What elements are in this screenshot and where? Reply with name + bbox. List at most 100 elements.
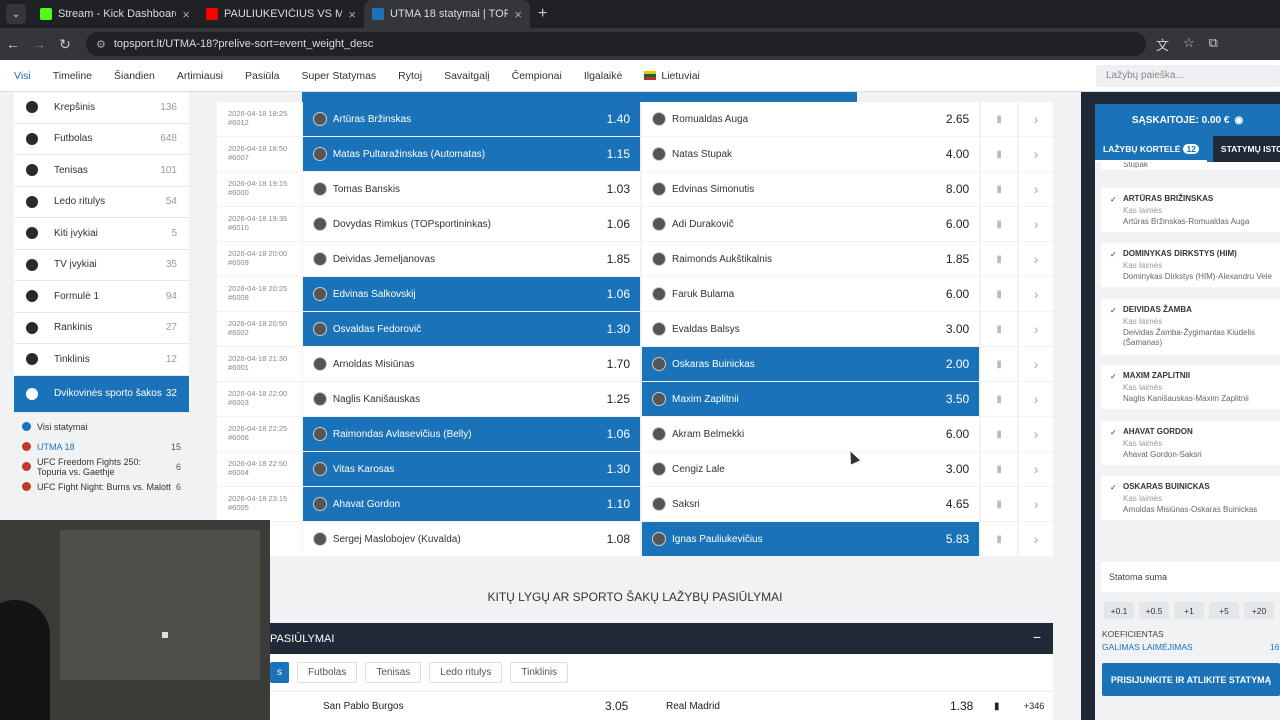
sport-filter-tab[interactable]: Ledo ritulys (429, 661, 503, 683)
betslip-selection[interactable]: ✓ DEIVIDAS ŽAMBA Kas laimės Deividas Žamba-… (1101, 299, 1280, 355)
tab-search-dropdown[interactable]: ⌄ (6, 4, 26, 24)
tab-bet-slip[interactable]: LAŽYBŲ KORTELĖ 12 (1095, 136, 1207, 162)
login-and-bet-button[interactable]: PRISIJUNKITE IR ATLIKITE STATYMĄ (1102, 663, 1280, 696)
fighter-1-odd-button[interactable]: Deividas Jemeljanovas 1.85 (302, 242, 640, 276)
sidebar-sport-item[interactable]: Kiti įvykiai 5 (14, 218, 189, 250)
chevron-right-icon[interactable]: › (1019, 137, 1053, 171)
more-markets-count[interactable]: +346 (1024, 701, 1044, 711)
chevron-right-icon[interactable]: › (1019, 207, 1053, 241)
url-field[interactable]: ⚙ topsport.lt/UTMA-18?prelive-sort=event… (86, 32, 1146, 56)
sub-category-item[interactable]: Visi statymai (22, 417, 181, 437)
nav-item[interactable]: Čempionai (501, 70, 573, 82)
chevron-right-icon[interactable]: › (1019, 487, 1053, 521)
fighter-1-odd-button[interactable]: Vitas Karosas 1.30 (302, 452, 640, 486)
fighter-2-odd-button[interactable]: Romualdas Auga 2.65 (642, 102, 980, 136)
odd-away[interactable]: 1.38 (950, 699, 973, 713)
stats-icon[interactable]: ▮ (981, 347, 1018, 381)
tab-close-icon[interactable]: × (182, 7, 190, 22)
betslip-selection[interactable]: ✓ AHAVAT GORDON Kas laimės Ahavat Gordon-Sa… (1101, 421, 1280, 465)
fighter-1-odd-button[interactable]: Dovydas Rimkus (TOPsportininkas) 1.06 (302, 207, 640, 241)
fighter-1-odd-button[interactable]: Edvinas Šalkovskij 1.06 (302, 277, 640, 311)
sidebar-sport-item[interactable]: Dvikovinės sporto šakos 32 (14, 375, 189, 413)
forward-button[interactable]: → (26, 36, 52, 52)
sport-filter-tab[interactable]: Tinklinis (510, 661, 569, 683)
browser-tab[interactable]: PAULIUKEVIČIUS VS MASLOBOJ × (198, 0, 364, 28)
stake-input[interactable]: Statoma suma (1101, 562, 1280, 592)
tab-bet-history[interactable]: STATYMŲ ISTOR (1212, 136, 1280, 162)
fighter-1-odd-button[interactable]: Sergej Maslobojev (Kuvalda) 1.08 (302, 522, 640, 556)
nav-item[interactable]: Visi (3, 70, 42, 82)
checkbox-icon[interactable]: ✓ (1110, 483, 1117, 492)
eye-icon[interactable]: ◉ (1234, 115, 1243, 126)
fighter-1-odd-button[interactable]: Raimondas Avlasevičius (Belly) 1.06 (302, 417, 640, 451)
nav-item[interactable]: Savaitgalį (433, 70, 501, 82)
bet-search-input[interactable]: Lažybų paieška... (1096, 65, 1280, 87)
nav-item[interactable]: Artimiausi (166, 70, 234, 82)
sidebar-sport-item[interactable]: TV įvykiai 35 (14, 249, 189, 281)
fighter-2-odd-button[interactable]: Maxim Zaplitnii 3.50 (642, 382, 980, 416)
betslip-selection[interactable]: ✓ DOMINYKAS DIRKSTYS (HIM) Kas laimės Domin… (1101, 243, 1280, 287)
fighter-2-odd-button[interactable]: Ignas Pauliukevičius 5.83 (642, 522, 980, 556)
tab-close-icon[interactable]: × (348, 7, 356, 22)
sub-category-item[interactable]: UTMA 18 15 (22, 437, 181, 457)
sport-filter-tab[interactable]: s (270, 661, 289, 683)
stats-icon[interactable]: ▮ (981, 487, 1018, 521)
sidebar-sport-item[interactable]: Ledo ritulys 54 (14, 186, 189, 218)
fighter-1-odd-button[interactable]: Artūras Bržinskas 1.40 (302, 102, 640, 136)
stats-icon[interactable]: ▮ (981, 277, 1018, 311)
fighter-1-odd-button[interactable]: Matas Pultaražinskas (Automatas) 1.15 (302, 137, 640, 171)
back-button[interactable]: ← (0, 36, 26, 52)
reload-button[interactable]: ↻ (52, 36, 78, 53)
fighter-2-odd-button[interactable]: Akram Belmekki 6.00 (642, 417, 980, 451)
match-row[interactable]: San Pablo Burgos 3.05 Real Madrid 1.38 ▮… (270, 692, 1053, 720)
fighter-1-odd-button[interactable]: Naglis Kanišauskas 1.25 (302, 382, 640, 416)
fighter-1-odd-button[interactable]: Osvaldas Fedorovič 1.30 (302, 312, 640, 346)
chevron-right-icon[interactable]: › (1019, 312, 1053, 346)
translate-icon[interactable]: 文 (1156, 35, 1169, 54)
fighter-2-odd-button[interactable]: Adi Durakovič 6.00 (642, 207, 980, 241)
stats-icon[interactable]: ▮ (981, 242, 1018, 276)
sidebar-sport-item[interactable]: Formulė 1 94 (14, 281, 189, 313)
fighter-2-odd-button[interactable]: Natas Stupak 4.00 (642, 137, 980, 171)
fighter-1-odd-button[interactable]: Ahavat Gordon 1.10 (302, 487, 640, 521)
chevron-right-icon[interactable]: › (1019, 102, 1053, 136)
chevron-right-icon[interactable]: › (1019, 242, 1053, 276)
bookmark-star-icon[interactable]: ☆ (1183, 35, 1195, 54)
stats-icon[interactable]: ▮ (994, 701, 1000, 712)
chevron-right-icon[interactable]: › (1019, 452, 1053, 486)
checkbox-icon[interactable]: ✓ (1110, 428, 1117, 437)
stats-icon[interactable]: ▮ (981, 417, 1018, 451)
sub-category-item[interactable]: UFC Fight Night: Burns vs. Malott 6 (22, 477, 181, 497)
stats-icon[interactable]: ▮ (981, 382, 1018, 416)
site-info-icon[interactable]: ⚙ (96, 38, 106, 51)
sidebar-sport-item[interactable]: Tinklinis 12 (14, 344, 189, 376)
fighter-2-odd-button[interactable]: Cengiz Lale 3.00 (642, 452, 980, 486)
fighter-2-odd-button[interactable]: Saksri 4.65 (642, 487, 980, 521)
chevron-right-icon[interactable]: › (1019, 347, 1053, 381)
betslip-selection[interactable]: ✓ ARTŪRAS BRIŽINSKAS Kas laimės Artūras Brž… (1101, 188, 1280, 232)
checkbox-icon[interactable]: ✓ (1110, 195, 1117, 204)
quick-stake-button[interactable]: +1 (1174, 602, 1204, 619)
new-tab-button[interactable]: + (538, 5, 547, 23)
checkbox-icon[interactable]: ✓ (1110, 250, 1117, 259)
stats-icon[interactable]: ▮ (981, 172, 1018, 206)
offers-bar[interactable]: PASIŪLYMAI − (270, 623, 1053, 654)
chevron-right-icon[interactable]: › (1019, 522, 1053, 556)
browser-tab[interactable]: UTMA 18 statymai | TOPsport l × (364, 0, 530, 28)
fighter-2-odd-button[interactable]: Faruk Bulama 6.00 (642, 277, 980, 311)
sport-filter-tab[interactable]: Futbolas (297, 661, 358, 683)
chevron-right-icon[interactable]: › (1019, 417, 1053, 451)
betslip-selection[interactable]: ✓ MAXIM ZAPLITNII Kas laimės Naglis Kanišau… (1101, 365, 1280, 409)
odd-home[interactable]: 3.05 (605, 699, 628, 713)
quick-stake-button[interactable]: +5 (1209, 602, 1239, 619)
stats-icon[interactable]: ▮ (981, 312, 1018, 346)
stats-icon[interactable]: ▮ (981, 452, 1018, 486)
fighter-2-odd-button[interactable]: Oskaras Buinickas 2.00 (642, 347, 980, 381)
checkbox-icon[interactable]: ✓ (1110, 306, 1117, 315)
sub-category-item[interactable]: UFC Freedom Fights 250: Topuria vs. Gaet… (22, 457, 181, 477)
nav-item[interactable]: Šiandien (103, 70, 166, 82)
sport-filter-tab[interactable]: Tenisas (365, 661, 422, 683)
quick-stake-button[interactable]: +0.5 (1139, 602, 1169, 619)
checkbox-icon[interactable]: ✓ (1110, 372, 1117, 381)
nav-item[interactable]: Lietuviai (633, 70, 711, 82)
